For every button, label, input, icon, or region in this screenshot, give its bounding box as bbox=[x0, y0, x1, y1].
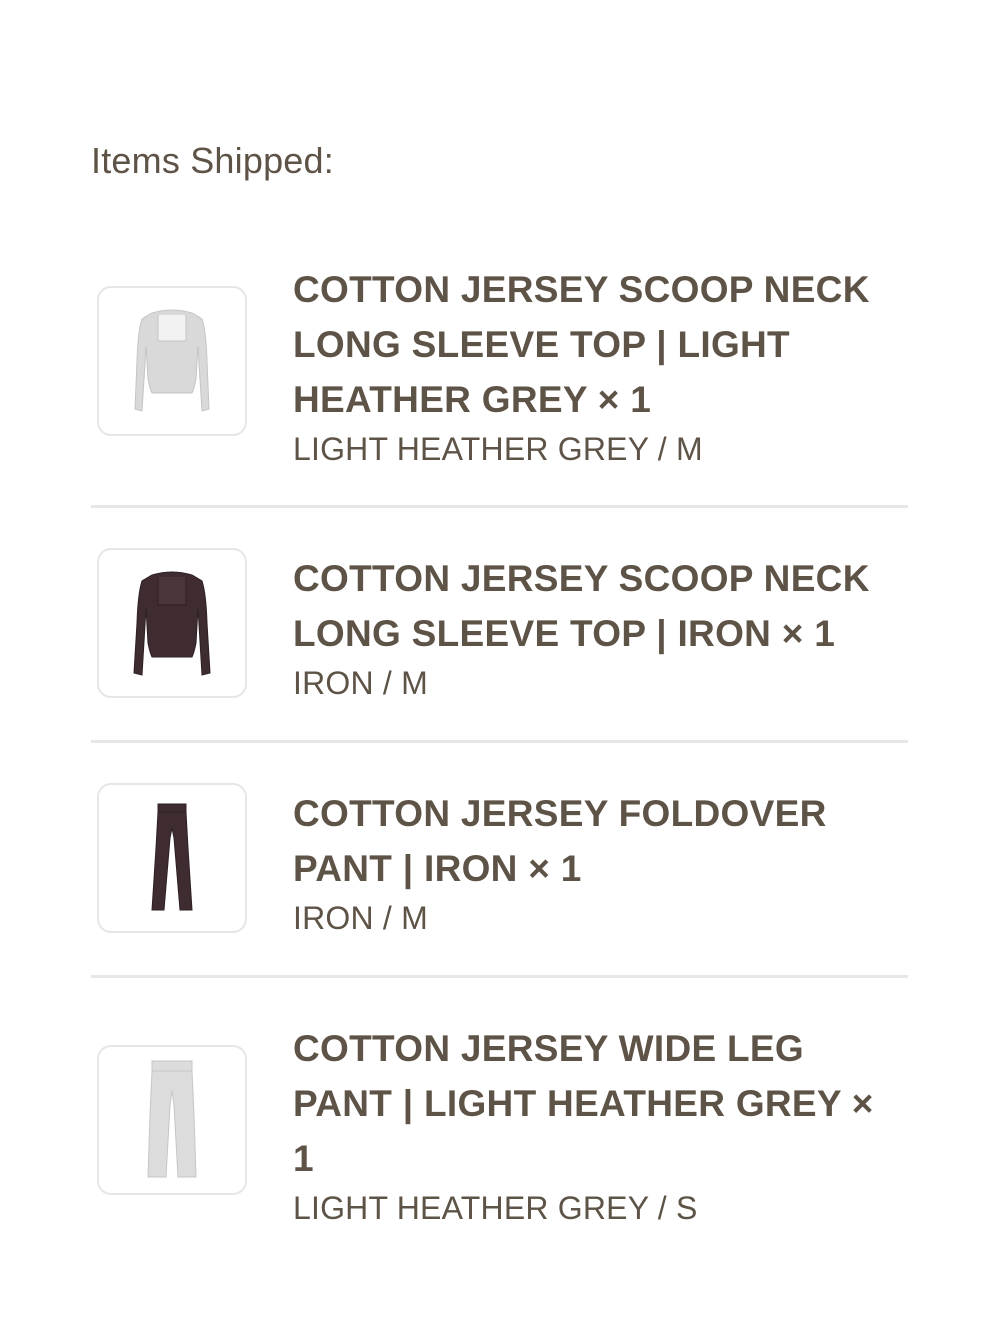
long-sleeve-top-iron-icon bbox=[122, 563, 222, 683]
item-title[interactable]: COTTON JERSEY SCOOP NECK LONG SLEEVE TOP… bbox=[293, 262, 893, 427]
item-divider bbox=[91, 975, 908, 978]
item-variant: LIGHT HEATHER GREY / M bbox=[293, 431, 703, 467]
item-variant: IRON / M bbox=[293, 900, 428, 936]
item-title[interactable]: COTTON JERSEY FOLDOVER PANT | IRON × 1 bbox=[293, 786, 893, 896]
product-thumbnail[interactable] bbox=[97, 1045, 247, 1195]
item-divider bbox=[91, 505, 908, 508]
item-title[interactable]: COTTON JERSEY WIDE LEG PANT | LIGHT HEAT… bbox=[293, 1021, 893, 1186]
product-thumbnail[interactable] bbox=[97, 286, 247, 436]
item-variant: LIGHT HEATHER GREY / S bbox=[293, 1190, 698, 1226]
item-info: COTTON JERSEY SCOOP NECK LONG SLEEVE TOP… bbox=[293, 262, 893, 471]
items-shipped-heading: Items Shipped: bbox=[91, 140, 334, 181]
product-thumbnail[interactable] bbox=[97, 548, 247, 698]
item-title[interactable]: COTTON JERSEY SCOOP NECK LONG SLEEVE TOP… bbox=[293, 551, 893, 661]
long-sleeve-top-light-grey-icon bbox=[122, 301, 222, 421]
item-info: COTTON JERSEY WIDE LEG PANT | LIGHT HEAT… bbox=[293, 1021, 893, 1230]
product-thumbnail[interactable] bbox=[97, 783, 247, 933]
wide-leg-pant-light-grey-icon bbox=[122, 1055, 222, 1185]
item-divider bbox=[91, 740, 908, 743]
item-variant: IRON / M bbox=[293, 665, 428, 701]
item-info: COTTON JERSEY FOLDOVER PANT | IRON × 1 I… bbox=[293, 786, 893, 940]
item-info: COTTON JERSEY SCOOP NECK LONG SLEEVE TOP… bbox=[293, 551, 893, 705]
foldover-pant-iron-icon bbox=[122, 798, 222, 918]
